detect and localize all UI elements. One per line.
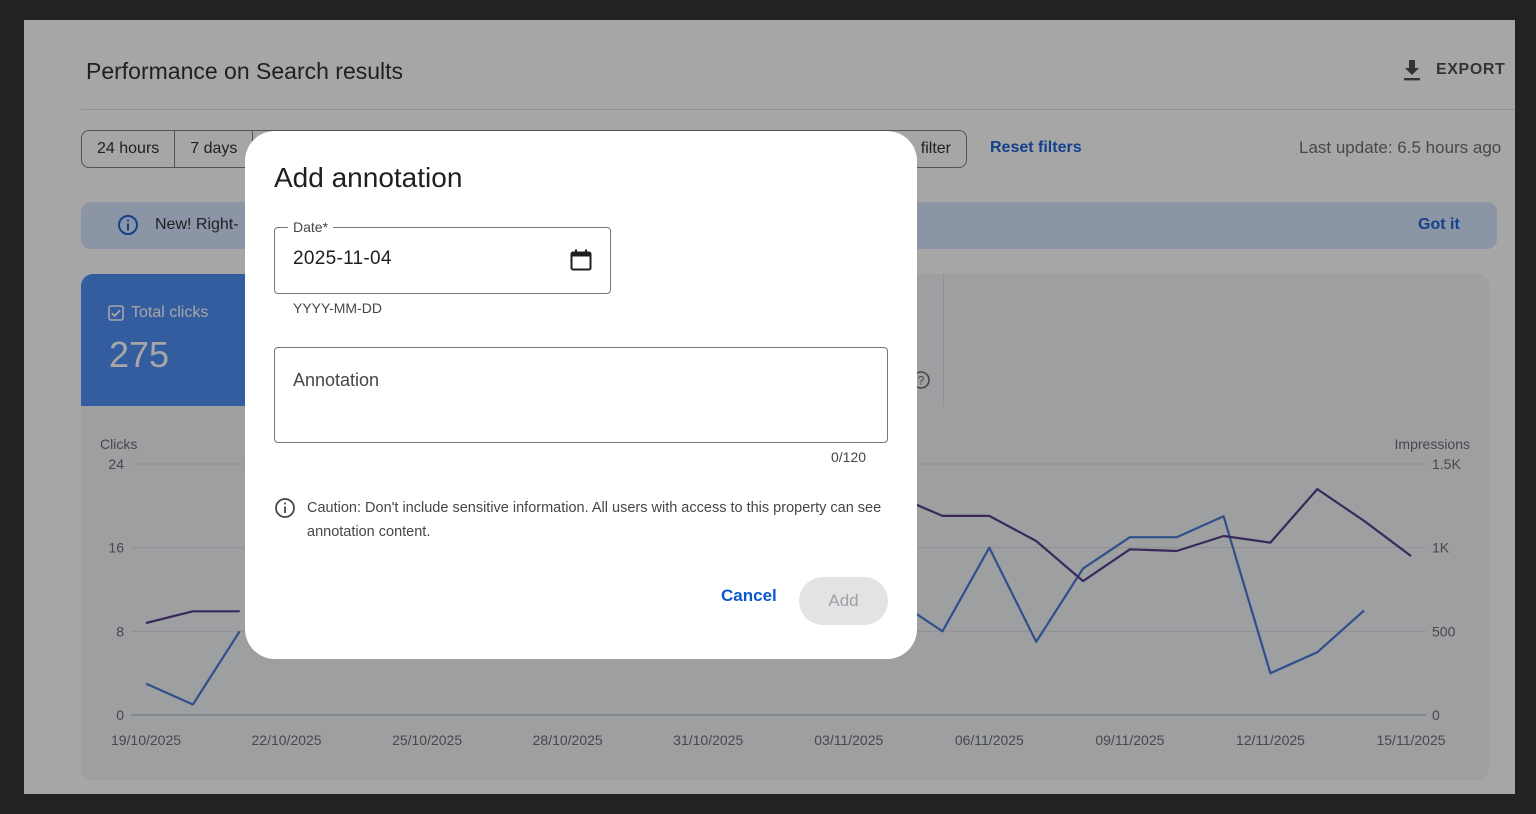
- character-counter: 0/120: [831, 449, 867, 465]
- dialog-title: Add annotation: [274, 162, 463, 193]
- annotation-field[interactable]: Annotation: [274, 347, 888, 443]
- annotation-placeholder: Annotation: [293, 370, 380, 390]
- caution-text: Caution: Don't include sensitive informa…: [307, 500, 882, 540]
- date-hint: YYYY-MM-DD: [293, 300, 382, 316]
- add-annotation-dialog: Add annotation Date* 2025-11-04 YYYY-MM-…: [245, 131, 917, 659]
- date-input[interactable]: 2025-11-04: [293, 248, 392, 270]
- date-label: Date*: [288, 219, 334, 235]
- calendar-icon[interactable]: [569, 248, 593, 272]
- date-field[interactable]: Date* 2025-11-04: [274, 219, 611, 294]
- add-button[interactable]: Add: [799, 577, 888, 625]
- cancel-button[interactable]: Cancel: [707, 581, 791, 611]
- info-icon: [275, 498, 295, 518]
